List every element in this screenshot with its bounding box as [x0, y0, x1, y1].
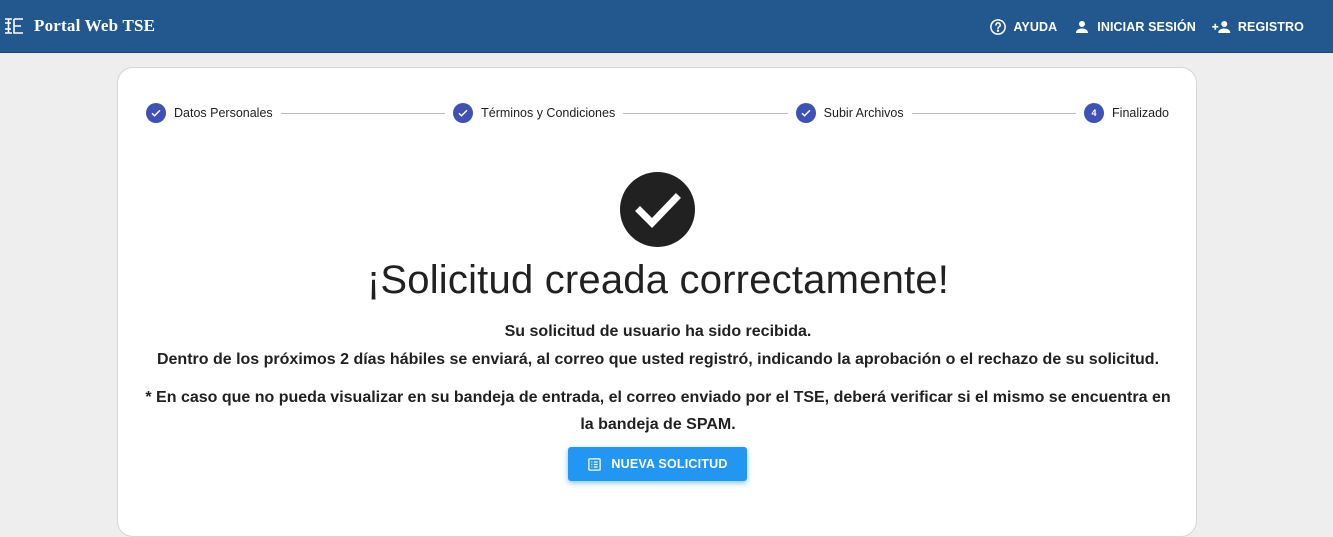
- step-terminos-condiciones[interactable]: Términos y Condiciones: [453, 103, 615, 123]
- top-nav: AYUDA INICIAR SESIÓN REGISTRO: [973, 0, 1304, 53]
- step-label: Términos y Condiciones: [481, 106, 616, 120]
- step-label: Datos Personales: [174, 106, 273, 120]
- step-datos-personales[interactable]: Datos Personales: [146, 103, 273, 123]
- step-connector: [911, 112, 1077, 114]
- step-connector: [280, 112, 446, 114]
- success-headline: ¡Solicitud creada correctamente!: [366, 258, 950, 302]
- step-subir-archivos[interactable]: Subir Archivos: [795, 103, 904, 123]
- person-icon: [1076, 20, 1089, 33]
- step-number: 4: [1084, 103, 1105, 123]
- app-title: Portal Web TSE: [34, 16, 156, 35]
- check-icon: [146, 103, 166, 123]
- check-circle-icon: [620, 172, 695, 247]
- received-message: Su solicitud de usuario ha sido recibida…: [504, 323, 812, 340]
- step-label: Subir Archivos: [823, 106, 904, 120]
- register-link[interactable]: REGISTRO: [1212, 18, 1304, 36]
- new-request-button[interactable]: NUEVA SOLICITUD: [568, 447, 747, 481]
- main-card: Datos Personales Términos y Condiciones …: [117, 67, 1197, 537]
- step-finalizado[interactable]: 4 Finalizado: [1084, 103, 1169, 123]
- approval-message: Dentro de los próximos 2 días hábiles se…: [156, 351, 1160, 368]
- help-link[interactable]: AYUDA: [989, 18, 1057, 36]
- stepper: Datos Personales Términos y Condiciones …: [146, 102, 1169, 124]
- check-icon: [795, 103, 816, 123]
- check-icon: [453, 103, 474, 123]
- step-connector: [623, 112, 788, 114]
- list-alt-icon: [588, 457, 602, 471]
- new-request-label: NUEVA SOLICITUD: [611, 457, 728, 471]
- top-app-bar: Portal Web TSE AYUDA INICIAR SESIÓN REGI…: [0, 0, 1333, 53]
- brand[interactable]: Portal Web TSE: [3, 15, 155, 37]
- person-add-icon: [1212, 20, 1231, 33]
- help-circle-icon: [990, 18, 1007, 35]
- spam-notice: * En caso que no pueda visualizar en su …: [145, 389, 1171, 433]
- help-label: AYUDA: [1013, 19, 1058, 34]
- login-link[interactable]: INICIAR SESIÓN: [1073, 18, 1196, 36]
- tse-logo-icon: [3, 15, 25, 37]
- login-label: INICIAR SESIÓN: [1097, 19, 1196, 34]
- register-label: REGISTRO: [1237, 19, 1304, 34]
- step-label: Finalizado: [1112, 106, 1170, 120]
